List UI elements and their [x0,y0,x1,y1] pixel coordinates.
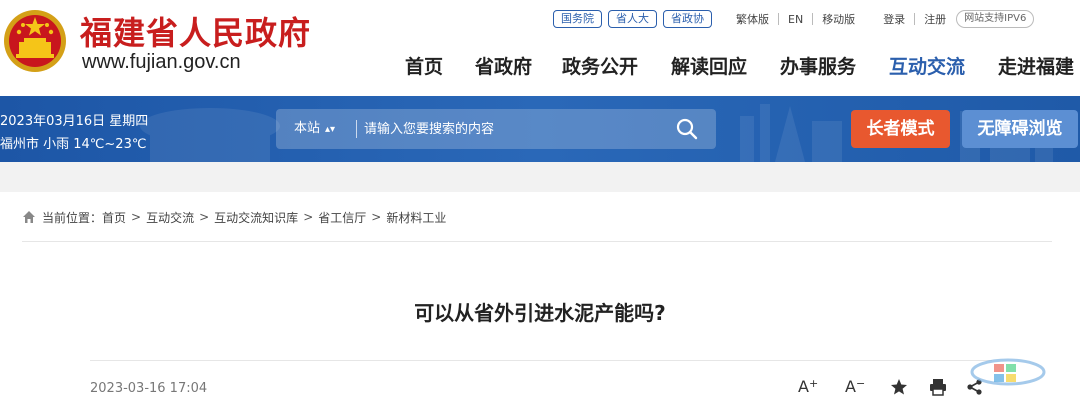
home-icon [23,211,35,223]
tag-link-npc[interactable]: 省人大 [608,10,657,28]
weather-info: 福州市 小雨 14℃~23℃ [0,137,147,152]
tag-link-state-council[interactable]: 国务院 [553,10,602,28]
breadcrumb-item-knowledge-base[interactable]: 互动交流知识库 [214,209,298,226]
divider [812,13,814,25]
breadcrumb: 当前位置： 首页 > 互动交流 > 互动交流知识库 > 省工信厅 > 新材料工业 [22,209,446,225]
search-input[interactable] [364,109,664,149]
elder-mode-button[interactable]: 长者模式 [851,110,950,148]
nav-item-services[interactable]: 办事服务 [780,52,856,79]
watermark-logo [970,358,1046,386]
nav-item-home[interactable]: 首页 [405,52,443,79]
search-scope-label: 本站 [294,121,321,136]
font-larger-sup: + [808,377,819,390]
login-link[interactable]: 登录 [883,11,905,27]
font-smaller-sup: − [855,377,866,390]
divider [356,120,357,138]
breadcrumb-separator: > [199,210,210,224]
content-panel: 当前位置： 首页 > 互动交流 > 互动交流知识库 > 省工信厅 > 新材料工业… [0,192,1080,407]
top-utility-bar: 国务院 省人大 省政协 繁体版 EN 移动版 登录 注册 网站支持IPV6 [553,10,1035,28]
breadcrumb-item-department[interactable]: 省工信厅 [318,209,366,226]
article-title: 可以从省外引进水泥产能吗? [414,301,666,325]
breadcrumb-separator: > [371,210,382,224]
font-larger-label: A [798,377,809,396]
breadcrumb-item-interaction[interactable]: 互动交流 [146,209,194,226]
english-link[interactable]: EN [788,13,803,26]
font-smaller-button[interactable]: A− [845,377,865,396]
nav-item-interpretation[interactable]: 解读回应 [671,52,747,79]
search-icon[interactable] [674,116,700,142]
ipv6-badge: 网站支持IPV6 [956,10,1035,28]
site-header: 福建省人民政府 www.fujian.gov.cn 国务院 省人大 省政协 繁体… [0,0,1080,96]
divider [90,360,992,361]
breadcrumb-item-category[interactable]: 新材料工业 [386,209,446,226]
current-date: 2023年03月16日 星期四 [0,114,149,129]
divider [914,13,916,25]
star-icon[interactable] [890,378,908,396]
breadcrumb-item-home[interactable]: 首页 [102,209,126,226]
nav-item-interaction[interactable]: 互动交流 [889,52,965,79]
accessibility-button[interactable]: 无障碍浏览 [962,110,1078,148]
sort-arrows-icon: ▴▾ [325,124,336,135]
tag-link-cppcc[interactable]: 省政协 [663,10,712,28]
breadcrumb-prefix: 当前位置： [42,210,103,225]
breadcrumb-separator: > [303,210,314,224]
mobile-version-link[interactable]: 移动版 [822,11,855,27]
nav-item-about-fujian[interactable]: 走进福建 [998,52,1074,79]
traditional-chinese-link[interactable]: 繁体版 [736,11,769,27]
divider [22,241,1052,242]
divider [778,13,779,25]
font-larger-button[interactable]: A+ [798,377,818,396]
site-url[interactable]: www.fujian.gov.cn [82,51,241,74]
search-box: 本站 ▴▾ [276,109,716,149]
search-band: 2023年03月16日 星期四 福州市 小雨 14℃~23℃ 本站 ▴▾ 长者模式… [0,96,1080,162]
font-smaller-label: A [845,377,856,396]
nav-item-government[interactable]: 省政府 [475,52,532,79]
national-emblem-icon[interactable] [2,8,68,74]
register-link[interactable]: 注册 [924,11,946,27]
search-scope-select[interactable]: 本站 ▴▾ [294,109,335,149]
publish-date: 2023-03-16 17:04 [90,381,208,396]
nav-item-open-affairs[interactable]: 政务公开 [562,52,638,79]
print-icon[interactable] [929,378,947,396]
breadcrumb-separator: > [131,210,142,224]
site-name[interactable]: 福建省人民政府 [80,8,311,54]
